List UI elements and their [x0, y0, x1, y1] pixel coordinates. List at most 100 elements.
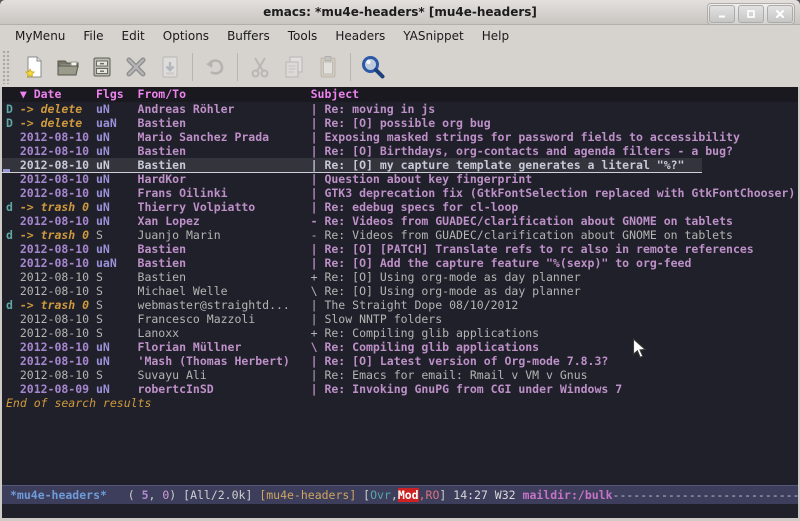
- message-row[interactable]: 2012-08-10 uN Bastien | Re: [O] my captu…: [2, 158, 702, 172]
- message-from: Suvayu Ali: [138, 368, 311, 382]
- message-from: Bastien: [138, 256, 311, 270]
- message-row[interactable]: 2012-08-09 uN robertcInSD | Re: Invoking…: [6, 382, 798, 396]
- message-row[interactable]: 2012-08-10 S Francesco Mazzoli | Slow NN…: [6, 312, 798, 326]
- menu-yasnippet[interactable]: YASnippet: [394, 27, 473, 45]
- modeline-text: ,: [149, 488, 163, 502]
- message-mark: [6, 256, 20, 270]
- paste-button[interactable]: [311, 50, 345, 84]
- message-subject: + Re: [O] Using org-mode as day planner: [311, 270, 798, 284]
- message-row[interactable]: 2012-08-10 S Bastien + Re: [O] Using org…: [6, 270, 798, 284]
- message-flags: uN: [96, 214, 138, 228]
- message-subject: | Re: edebug specs for cl-loop: [311, 200, 798, 214]
- message-date: 2012-08-10: [20, 284, 96, 298]
- menu-options[interactable]: Options: [154, 27, 218, 45]
- fringe-position-indicator: [3, 169, 10, 172]
- message-date: 2012-08-10: [20, 172, 96, 186]
- maximize-button[interactable]: [738, 5, 764, 23]
- column-from[interactable]: From/To: [138, 87, 311, 102]
- open-file-button[interactable]: [51, 50, 85, 84]
- message-row[interactable]: 2012-08-10 uN Xan Lopez - Re: Videos fro…: [6, 214, 798, 228]
- message-row[interactable]: 2012-08-10 uaN Bastien | Re: [O] Add the…: [6, 256, 798, 270]
- search-button[interactable]: [356, 50, 390, 84]
- message-row[interactable]: D -> delete uN Andreas Röhler | Re: movi…: [6, 102, 798, 116]
- message-date: -> trash 0: [20, 200, 96, 214]
- menu-edit[interactable]: Edit: [113, 27, 154, 45]
- message-date: 2012-08-10: [20, 270, 96, 284]
- message-date: 2012-08-10: [20, 214, 96, 228]
- message-subject: | The Straight Dope 08/10/2012: [311, 298, 798, 312]
- dired-button[interactable]: [85, 50, 119, 84]
- message-row[interactable]: d -> trash 0 S Juanjo Marin - Re: Videos…: [6, 228, 798, 242]
- message-mark: [6, 284, 20, 298]
- new-file-button[interactable]: [17, 50, 51, 84]
- toolbar-drag-handle[interactable]: [2, 50, 11, 84]
- close-button[interactable]: [767, 5, 793, 23]
- message-row[interactable]: 2012-08-10 uN HardKor | Question about k…: [6, 172, 798, 186]
- copy-button[interactable]: [277, 50, 311, 84]
- message-row[interactable]: 2012-08-10 uN Bastien | Re: [O] Birthday…: [6, 144, 798, 158]
- message-row[interactable]: 2012-08-10 uN Mario Sanchez Prada | Expo…: [6, 130, 798, 144]
- cut-button[interactable]: [243, 50, 277, 84]
- modeline-major-mode: [mu4e-headers]: [259, 488, 356, 502]
- undo-icon: [202, 54, 228, 80]
- message-flags: uN: [96, 158, 138, 172]
- message-from: Bastien: [138, 270, 311, 284]
- message-mark: d: [6, 228, 20, 242]
- message-row[interactable]: 2012-08-10 S Michael Welle \ Re: [O] Usi…: [6, 284, 798, 298]
- message-flags: uN: [96, 340, 138, 354]
- message-subject: | Re: [O] my capture template generates …: [311, 158, 696, 172]
- message-date: 2012-08-10: [20, 158, 96, 172]
- menu-headers[interactable]: Headers: [326, 27, 394, 45]
- column-flags[interactable]: Flgs: [96, 87, 138, 102]
- message-row[interactable]: 2012-08-10 S Suvayu Ali | Re: Emacs for …: [6, 368, 798, 382]
- titlebar[interactable]: emacs: *mu4e-headers* [mu4e-headers]: [0, 0, 800, 25]
- message-subject: | Slow NNTP folders: [311, 312, 798, 326]
- save-button[interactable]: [153, 50, 187, 84]
- message-from: Bastien: [138, 242, 311, 256]
- menu-mymenu[interactable]: MyMenu: [6, 27, 74, 45]
- message-list[interactable]: D -> delete uN Andreas Röhler | Re: movi…: [2, 102, 798, 485]
- menu-tools[interactable]: Tools: [279, 27, 327, 45]
- message-row[interactable]: D -> delete uaN Bastien | Re: [O] possib…: [6, 116, 798, 130]
- message-date: -> delete: [20, 116, 96, 130]
- column-subject[interactable]: Subject: [311, 87, 359, 102]
- message-row[interactable]: 2012-08-10 uN 'Mash (Thomas Herbert) | R…: [6, 354, 798, 368]
- message-row[interactable]: 2012-08-10 uN Florian Müllner \ Re: Comp…: [6, 340, 798, 354]
- message-flags: uN: [96, 242, 138, 256]
- message-flags: uN: [96, 172, 138, 186]
- modeline-clock: 14:27 W32: [453, 488, 522, 502]
- message-flags: S: [96, 298, 138, 312]
- message-mark: d: [6, 298, 20, 312]
- message-date: 2012-08-10: [20, 186, 96, 200]
- message-date: -> trash 0: [20, 298, 96, 312]
- message-row[interactable]: 2012-08-10 uN Frans Oilinki | GTK3 depre…: [6, 186, 798, 200]
- column-date-sort[interactable]: ▼ Date: [20, 87, 96, 102]
- message-from: robertcInSD: [138, 382, 311, 396]
- emacs-window: emacs: *mu4e-headers* [mu4e-headers] MyM…: [0, 0, 800, 521]
- message-flags: S: [96, 326, 138, 340]
- message-row[interactable]: d -> trash 0 uN Thierry Volpiatto | Re: …: [6, 200, 798, 214]
- message-date: -> trash 0: [20, 228, 96, 242]
- message-mark: [6, 242, 20, 256]
- message-from: Andreas Röhler: [138, 102, 311, 116]
- menu-file[interactable]: File: [74, 27, 112, 45]
- menu-help[interactable]: Help: [473, 27, 518, 45]
- maximize-icon: [746, 9, 756, 19]
- message-mark: [6, 144, 20, 158]
- message-date: 2012-08-10: [20, 144, 96, 158]
- message-date: 2012-08-10: [20, 368, 96, 382]
- echo-area[interactable]: [2, 504, 798, 518]
- modeline-text: [: [356, 488, 370, 502]
- message-row[interactable]: 2012-08-10 uN Bastien | Re: [O] [PATCH] …: [6, 242, 798, 256]
- message-row[interactable]: 2012-08-10 S Lanoxx + Re: Compiling glib…: [6, 326, 798, 340]
- menu-buffers[interactable]: Buffers: [218, 27, 279, 45]
- minimize-button[interactable]: [709, 5, 735, 23]
- message-subject: \ Re: Compiling glib applications: [311, 340, 798, 354]
- kill-buffer-button[interactable]: [119, 50, 153, 84]
- message-date: 2012-08-10: [20, 130, 96, 144]
- message-row[interactable]: d -> trash 0 S webmaster@straightd... | …: [6, 298, 798, 312]
- modeline[interactable]: *mu4e-headers* ( 5, 0) [All/2.0k] [mu4e-…: [2, 485, 798, 504]
- undo-button[interactable]: [198, 50, 232, 84]
- message-from: Juanjo Marin: [138, 228, 311, 242]
- message-from: Bastien: [138, 144, 311, 158]
